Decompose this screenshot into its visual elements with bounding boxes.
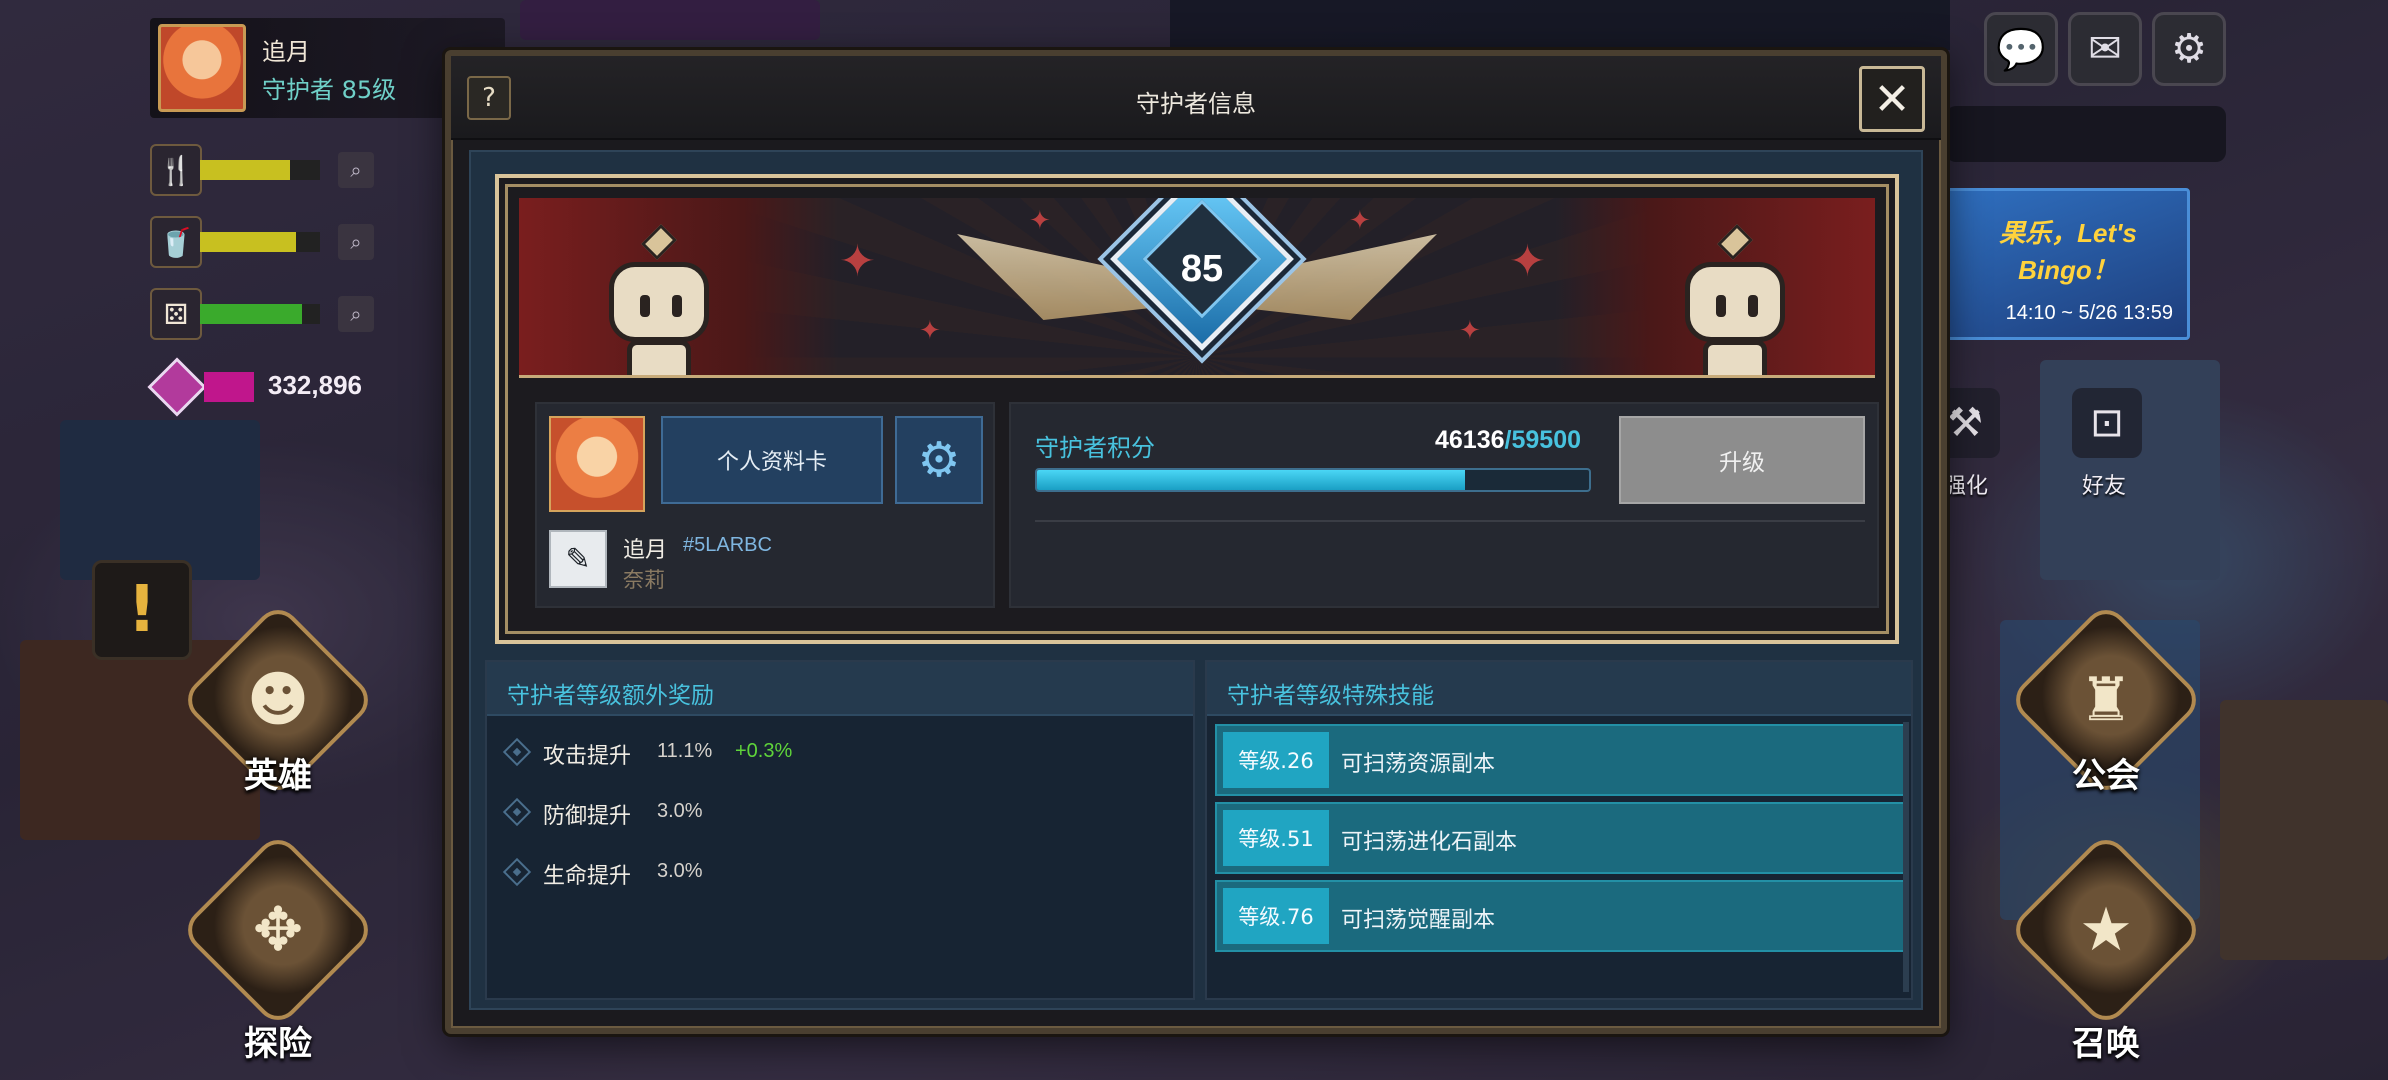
gem-bar	[204, 372, 254, 402]
event-banner-title: 果乐，Let's Bingo！	[1999, 218, 2137, 285]
magnifier-icon[interactable]: ⌕	[338, 224, 374, 260]
special-skills-title: 守护者等级特殊技能	[1227, 683, 1434, 709]
points-label: 守护者积分	[1035, 434, 1155, 462]
star-decor-icon: ✦	[839, 236, 876, 287]
player-avatar[interactable]	[158, 24, 246, 112]
gem-counter[interactable]: 332,896	[147, 356, 388, 420]
guardian-info-dialog: ? 守护者信息 ✕ ✦ ✦ ✦ ✦ ✦ ✦ 85 个人资料卡 ⚙ ✎ 追月 #5…	[445, 50, 1947, 1034]
fork-knife-icon: 🍴	[150, 144, 202, 196]
exclamation-alert-icon[interactable]: !	[92, 560, 192, 660]
star-decor-icon: ✦	[1509, 236, 1546, 287]
profile-subname: 奈莉	[623, 568, 665, 592]
dice-icon: ⚄	[150, 288, 202, 340]
currency-strip	[1170, 0, 1950, 50]
magnifier-icon[interactable]: ⌕	[338, 296, 374, 332]
profile-avatar[interactable]	[549, 416, 645, 512]
skill-description: 可扫荡觉醒副本	[1341, 908, 1496, 933]
compass-icon: ✥	[252, 895, 304, 965]
dice-bar	[200, 304, 320, 324]
divider	[1035, 520, 1865, 522]
robot-mascot-icon	[589, 222, 729, 375]
notice-strip	[1946, 106, 2226, 162]
bonus-name: 攻击提升	[543, 744, 632, 769]
star-decor-icon: ✦	[919, 316, 941, 346]
points-value: 46136/59500	[1381, 426, 1581, 455]
event-banner[interactable]: 果乐，Let's Bingo！ 14:10 ~ 5/26 13:59	[1946, 188, 2190, 340]
star-decor-icon: ✦	[1349, 206, 1371, 236]
rank-frame: ✦ ✦ ✦ ✦ ✦ ✦ 85 个人资料卡 ⚙ ✎ 追月 #5LARBC 奈莉 守…	[495, 174, 1899, 644]
profile-card: 个人资料卡 ⚙ ✎ 追月 #5LARBC 奈莉	[535, 402, 995, 608]
magnifier-icon[interactable]: ⌕	[338, 152, 374, 188]
skill-description: 可扫荡资源副本	[1341, 752, 1496, 777]
skill-row: 等级.76 可扫荡觉醒副本	[1215, 880, 1905, 952]
profile-name: 追月	[623, 538, 668, 563]
points-panel: 守护者积分 46136/59500 升级	[1009, 402, 1879, 608]
bonus-row: 防御提升 3.0%	[502, 792, 1103, 832]
player-level: 守护者 85级	[262, 76, 397, 104]
skill-level-badge: 等级.26	[1223, 732, 1329, 788]
dialog-title: 守护者信息	[1136, 90, 1256, 118]
bonus-name: 生命提升	[543, 864, 632, 889]
star-decor-icon: ✦	[1029, 206, 1051, 236]
mail-icon[interactable]: ✉	[2068, 12, 2142, 86]
explore-label: 探险	[244, 1024, 312, 1064]
robot-mascot-icon	[1665, 222, 1805, 375]
gear-icon[interactable]: ⚙	[2152, 12, 2226, 86]
close-button[interactable]: ✕	[1859, 66, 1925, 132]
skill-level-badge: 等级.76	[1223, 888, 1329, 944]
star-decor-icon: ✦	[1459, 316, 1481, 346]
chat-bubble-icon[interactable]: 💬	[1984, 12, 2058, 86]
skill-row: 等级.26 可扫荡资源副本	[1215, 724, 1905, 796]
special-skills-panel: 守护者等级特殊技能 等级.26 可扫荡资源副本 等级.51 可扫荡进化石副本 等…	[1205, 660, 1913, 1000]
dialog-body: ✦ ✦ ✦ ✦ ✦ ✦ 85 个人资料卡 ⚙ ✎ 追月 #5LARBC 奈莉 守…	[469, 150, 1923, 1010]
player-name: 追月	[262, 38, 310, 66]
level-bonus-title: 守护者等级额外奖励	[507, 683, 714, 709]
bonus-row: 生命提升 3.0%	[502, 852, 1103, 892]
guild-label: 公会	[2072, 756, 2140, 796]
drink-bar	[200, 232, 320, 252]
gear-icon[interactable]: ⚙	[895, 416, 983, 504]
diamond-bullet-icon	[502, 797, 532, 827]
resource-drink: 🥤 ⌕	[150, 216, 390, 268]
event-banner-date: 14:10 ~ 5/26 13:59	[2005, 302, 2173, 324]
diamond-bullet-icon	[502, 857, 532, 887]
summon-label: 召唤	[2072, 1024, 2140, 1064]
friends-robot-icon[interactable]: ⊡	[2072, 388, 2142, 458]
cup-icon: 🥤	[150, 216, 202, 268]
profile-id: #5LARBC	[683, 534, 772, 556]
level-bonus-panel: 守护者等级额外奖励 攻击提升 11.1% +0.3% 防御提升 3.0% 生命提…	[485, 660, 1195, 1000]
skill-description: 可扫荡进化石副本	[1341, 830, 1518, 855]
bonus-row: 攻击提升 11.1% +0.3%	[502, 732, 1103, 772]
points-progress-fill	[1037, 470, 1465, 490]
bonus-name: 防御提升	[543, 804, 632, 829]
scrollbar[interactable]	[1903, 722, 1909, 992]
dialog-header: ? 守护者信息 ✕	[451, 56, 1941, 140]
bonus-value: 3.0%	[657, 800, 703, 822]
star-box-icon: ★	[2079, 895, 2133, 965]
bonus-value: 3.0%	[657, 860, 703, 882]
skill-row: 等级.51 可扫荡进化石副本	[1215, 802, 1905, 874]
bonus-extra: +0.3%	[735, 740, 793, 762]
resource-food: 🍴 ⌕	[150, 144, 390, 196]
rank-banner: ✦ ✦ ✦ ✦ ✦ ✦ 85	[519, 198, 1875, 378]
edit-pencil-icon[interactable]: ✎	[549, 530, 607, 588]
resource-dice: ⚄ ⌕	[150, 288, 390, 340]
points-max: /59500	[1504, 426, 1581, 454]
friends-label: 好友	[2082, 474, 2127, 499]
food-bar	[200, 160, 320, 180]
gem-value: 332,896	[268, 370, 362, 400]
skill-level-badge: 等级.51	[1223, 810, 1329, 866]
bonus-value: 11.1%	[657, 740, 713, 762]
gem-icon	[147, 357, 207, 417]
upgrade-button[interactable]: 升级	[1619, 416, 1865, 504]
profile-card-button[interactable]: 个人资料卡	[661, 416, 883, 504]
strengthen-label: 强化	[1944, 474, 1989, 499]
rank-number: 85	[1180, 248, 1224, 290]
points-progress-bar	[1035, 468, 1591, 492]
points-current: 46136	[1435, 426, 1505, 454]
diamond-bullet-icon	[502, 737, 532, 767]
heroes-label: 英雄	[244, 756, 312, 796]
